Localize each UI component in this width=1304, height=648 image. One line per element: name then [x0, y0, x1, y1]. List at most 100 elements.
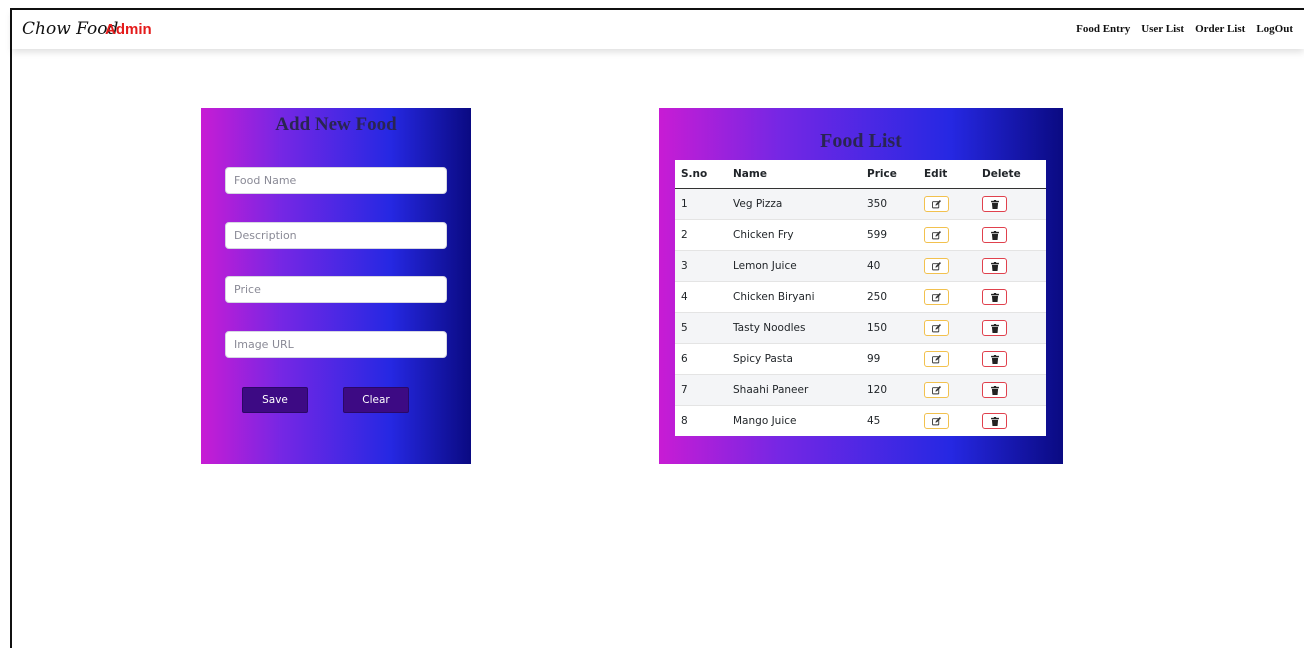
- table-row: 8 Mango Juice 45: [675, 405, 1046, 436]
- cell-name: Tasty Noodles: [727, 312, 861, 344]
- header-sno: S.no: [675, 160, 727, 189]
- add-food-panel: Add New Food Save Clear: [201, 108, 471, 464]
- table-row: 4 Chicken Biryani 250: [675, 281, 1046, 313]
- header-name: Name: [727, 160, 861, 189]
- nav-logout[interactable]: LogOut: [1256, 23, 1293, 35]
- food-list-title: Food List: [820, 130, 902, 152]
- food-name-input[interactable]: [225, 167, 447, 194]
- cell-delete: [976, 219, 1046, 251]
- edit-button[interactable]: [924, 382, 949, 398]
- pencil-square-icon: [932, 354, 941, 364]
- cell-name: Spicy Pasta: [727, 343, 861, 375]
- delete-button[interactable]: [982, 382, 1007, 398]
- nav-order-list[interactable]: Order List: [1195, 23, 1245, 35]
- table-header-row: S.no Name Price Edit Delete: [675, 160, 1046, 189]
- cell-price: 250: [861, 281, 918, 313]
- cell-name: Chicken Fry: [727, 219, 861, 251]
- cell-price: 350: [861, 188, 918, 220]
- cell-edit: [918, 188, 976, 220]
- image-url-input[interactable]: [225, 331, 447, 358]
- cell-edit: [918, 405, 976, 436]
- delete-button[interactable]: [982, 413, 1007, 429]
- pencil-square-icon: [932, 230, 941, 240]
- nav-food-entry[interactable]: Food Entry: [1076, 23, 1130, 35]
- cell-name: Mango Juice: [727, 405, 861, 436]
- cell-edit: [918, 281, 976, 313]
- edit-button[interactable]: [924, 320, 949, 336]
- trash-icon: [990, 323, 999, 333]
- cell-name: Shaahi Paneer: [727, 374, 861, 406]
- cell-delete: [976, 374, 1046, 406]
- cell-delete: [976, 405, 1046, 436]
- pencil-square-icon: [932, 416, 941, 426]
- delete-button[interactable]: [982, 351, 1007, 367]
- cell-delete: [976, 188, 1046, 220]
- edit-button[interactable]: [924, 351, 949, 367]
- edit-button[interactable]: [924, 258, 949, 274]
- cell-name: Veg Pizza: [727, 188, 861, 220]
- cell-sno: 4: [675, 281, 727, 313]
- cell-sno: 1: [675, 188, 727, 220]
- table-row: 5 Tasty Noodles 150: [675, 312, 1046, 344]
- food-table-body: 1 Veg Pizza 350 2 Chicken Fry 599 3 Lemon Juice…: [675, 188, 1046, 436]
- trash-icon: [990, 261, 999, 271]
- delete-button[interactable]: [982, 196, 1007, 212]
- trash-icon: [990, 385, 999, 395]
- trash-icon: [990, 230, 999, 240]
- cell-edit: [918, 312, 976, 344]
- clear-button[interactable]: Clear: [343, 387, 409, 413]
- cell-sno: 5: [675, 312, 727, 344]
- food-table: S.no Name Price Edit Delete 1 Veg Pizza 35…: [675, 160, 1046, 436]
- table-row: 3 Lemon Juice 40: [675, 250, 1046, 282]
- cell-sno: 3: [675, 250, 727, 282]
- price-input[interactable]: [225, 276, 447, 303]
- cell-price: 599: [861, 219, 918, 251]
- cell-sno: 8: [675, 405, 727, 436]
- cell-name: Lemon Juice: [727, 250, 861, 282]
- cell-edit: [918, 219, 976, 251]
- cell-edit: [918, 250, 976, 282]
- table-row: 1 Veg Pizza 350: [675, 188, 1046, 220]
- cell-edit: [918, 374, 976, 406]
- table-row: 2 Chicken Fry 599: [675, 219, 1046, 251]
- header-price: Price: [861, 160, 918, 189]
- brand-admin-label: Admin: [105, 21, 152, 38]
- nav-links: Food Entry User List Order List LogOut: [1076, 23, 1293, 35]
- pencil-square-icon: [932, 199, 941, 209]
- cell-delete: [976, 343, 1046, 375]
- description-input[interactable]: [225, 222, 447, 249]
- pencil-square-icon: [932, 385, 941, 395]
- add-food-title: Add New Food: [275, 114, 397, 135]
- top-navbar: Chow Food Admin Food Entry User List Ord…: [12, 10, 1304, 49]
- cell-edit: [918, 343, 976, 375]
- trash-icon: [990, 354, 999, 364]
- delete-button[interactable]: [982, 289, 1007, 305]
- food-table-wrap: S.no Name Price Edit Delete 1 Veg Pizza 35…: [675, 160, 1046, 436]
- pencil-square-icon: [932, 323, 941, 333]
- nav-user-list[interactable]: User List: [1141, 23, 1184, 35]
- cell-delete: [976, 250, 1046, 282]
- delete-button[interactable]: [982, 258, 1007, 274]
- pencil-square-icon: [932, 261, 941, 271]
- cell-delete: [976, 312, 1046, 344]
- delete-button[interactable]: [982, 227, 1007, 243]
- edit-button[interactable]: [924, 413, 949, 429]
- save-button[interactable]: Save: [242, 387, 308, 413]
- brand-logo[interactable]: Chow Food: [22, 19, 118, 39]
- edit-button[interactable]: [924, 289, 949, 305]
- trash-icon: [990, 292, 999, 302]
- cell-price: 45: [861, 405, 918, 436]
- table-row: 7 Shaahi Paneer 120: [675, 374, 1046, 406]
- header-edit: Edit: [918, 160, 976, 189]
- edit-button[interactable]: [924, 196, 949, 212]
- pencil-square-icon: [932, 292, 941, 302]
- cell-price: 99: [861, 343, 918, 375]
- cell-name: Chicken Biryani: [727, 281, 861, 313]
- cell-sno: 6: [675, 343, 727, 375]
- table-row: 6 Spicy Pasta 99: [675, 343, 1046, 375]
- cell-price: 150: [861, 312, 918, 344]
- cell-sno: 7: [675, 374, 727, 406]
- edit-button[interactable]: [924, 227, 949, 243]
- delete-button[interactable]: [982, 320, 1007, 336]
- trash-icon: [990, 416, 999, 426]
